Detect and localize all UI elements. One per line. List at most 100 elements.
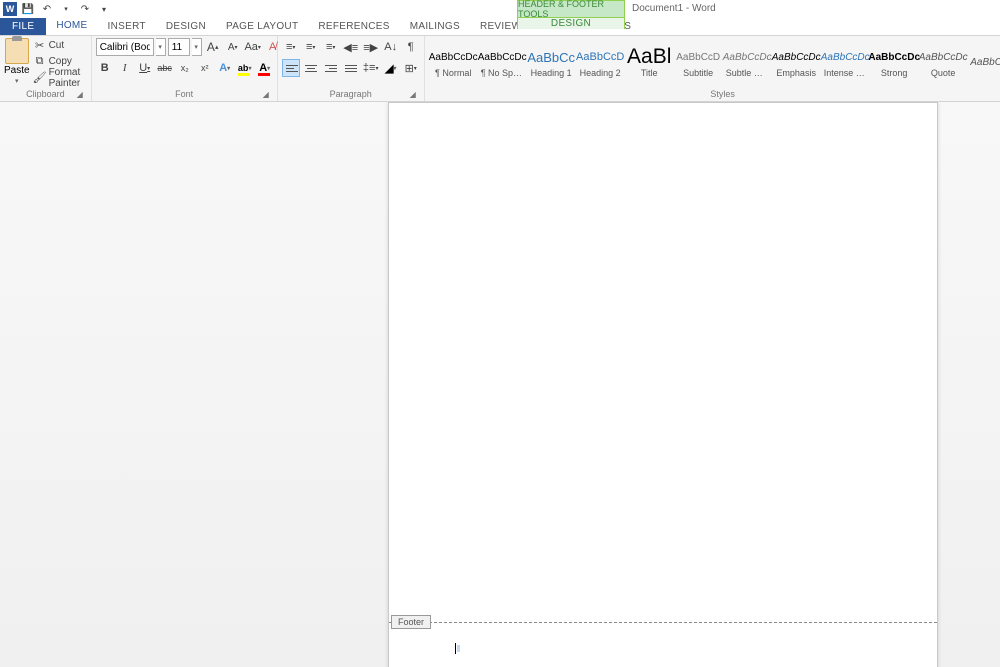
- tab-file[interactable]: FILE: [0, 18, 46, 35]
- justify-button[interactable]: [342, 59, 360, 77]
- style-preview: AaBbCcDc: [429, 46, 478, 68]
- tab-page-layout[interactable]: PAGE LAYOUT: [216, 18, 308, 35]
- tab-design[interactable]: DESIGN: [156, 18, 216, 35]
- style-name: Intense E...: [824, 68, 867, 78]
- change-case-button[interactable]: Aa▾: [244, 38, 262, 56]
- style-preview: AaBbCcDc: [723, 46, 772, 68]
- style-preview: AaBbCcDc: [772, 46, 821, 68]
- shading-button[interactable]: ◢▾: [382, 59, 400, 77]
- paragraph-group-label: Paragraph: [330, 89, 372, 99]
- paste-icon: [5, 38, 29, 64]
- copy-icon: ⧉: [34, 56, 46, 68]
- style-preview: AaBbCcD: [576, 46, 624, 68]
- style-item-7[interactable]: AaBbCcDcEmphasis: [772, 38, 821, 86]
- clipboard-launcher-icon[interactable]: ◢: [75, 90, 85, 100]
- paste-button[interactable]: Paste ▾: [4, 38, 30, 85]
- font-launcher-icon[interactable]: ◢: [261, 90, 271, 100]
- style-name: ¶ Normal: [432, 68, 475, 78]
- style-item-6[interactable]: AaBbCcDcSubtle Em...: [723, 38, 772, 86]
- footer-divider: [389, 622, 937, 623]
- font-name-dropdown-icon[interactable]: ▾: [156, 38, 166, 56]
- borders-button[interactable]: ⊞▾: [402, 59, 420, 77]
- style-name: Emphasis: [775, 68, 818, 78]
- strikethrough-button[interactable]: abc: [156, 59, 174, 77]
- show-hide-button[interactable]: ¶: [402, 38, 420, 56]
- sort-button[interactable]: A↓: [382, 38, 400, 56]
- copy-label: Copy: [49, 56, 72, 67]
- page[interactable]: Footer: [388, 102, 938, 667]
- style-item-2[interactable]: AaBbCcHeading 1: [527, 38, 576, 86]
- underline-button[interactable]: U▾: [136, 59, 154, 77]
- text-effects-button[interactable]: A▾: [216, 59, 234, 77]
- cut-icon: ✂: [34, 40, 46, 52]
- font-group-label: Font: [175, 89, 193, 99]
- highlight-button[interactable]: ab▾: [236, 59, 254, 77]
- style-name: Quote: [922, 68, 965, 78]
- grow-font-button[interactable]: A▴: [204, 38, 222, 56]
- superscript-button[interactable]: x²: [196, 59, 214, 77]
- decrease-indent-button[interactable]: ◀≡: [342, 38, 360, 56]
- paste-dropdown-icon[interactable]: ▾: [15, 77, 19, 85]
- document-workspace: Footer: [0, 102, 1000, 667]
- increase-indent-button[interactable]: ≡▶: [362, 38, 380, 56]
- font-color-button[interactable]: A▾: [256, 59, 274, 77]
- clipboard-group-label: Clipboard: [26, 89, 65, 99]
- save-icon[interactable]: 💾: [20, 1, 36, 17]
- align-right-button[interactable]: [322, 59, 340, 77]
- paste-label: Paste: [4, 65, 30, 76]
- bullets-button[interactable]: ≡▾: [282, 38, 300, 56]
- style-item-9[interactable]: AaBbCcDcStrong: [870, 38, 919, 86]
- style-preview: AaBbCcDc: [919, 46, 968, 68]
- style-item-5[interactable]: AaBbCcDSubtitle: [674, 38, 723, 86]
- paragraph-launcher-icon[interactable]: ◢: [408, 90, 418, 100]
- style-item-3[interactable]: AaBbCcDHeading 2: [576, 38, 625, 86]
- subscript-button[interactable]: x₂: [176, 59, 194, 77]
- style-name: Title: [628, 68, 671, 78]
- style-item-10[interactable]: AaBbCcDcQuote: [919, 38, 968, 86]
- style-preview: AaBbCcDc: [868, 46, 920, 68]
- tab-home[interactable]: HOME: [46, 18, 97, 35]
- font-size-dropdown-icon[interactable]: ▾: [192, 38, 202, 56]
- style-preview: AaBbCcD: [676, 46, 720, 68]
- tab-contextual-design[interactable]: DESIGN: [517, 18, 625, 29]
- format-painter-button[interactable]: 🖌Format Painter: [32, 70, 87, 85]
- font-name-input[interactable]: [96, 38, 154, 56]
- styles-group-label: Styles: [710, 89, 735, 99]
- undo-dropdown-icon[interactable]: ▾: [58, 1, 74, 17]
- style-name: Heading 1: [530, 68, 573, 78]
- cut-button[interactable]: ✂Cut: [32, 38, 87, 53]
- numbering-button[interactable]: ≡▾: [302, 38, 320, 56]
- undo-icon[interactable]: ↶: [39, 1, 55, 17]
- shrink-font-button[interactable]: A▾: [224, 38, 242, 56]
- style-item-8[interactable]: AaBbCcDcIntense E...: [821, 38, 870, 86]
- style-preview: AaBbCcDc: [478, 46, 527, 68]
- qat-customize-icon[interactable]: ▾: [96, 1, 112, 17]
- style-name: Strong: [873, 68, 916, 78]
- style-item-1[interactable]: AaBbCcDc¶ No Spac...: [478, 38, 527, 86]
- tab-insert[interactable]: INSERT: [98, 18, 156, 35]
- tab-mailings[interactable]: MAILINGS: [400, 18, 470, 35]
- cut-label: Cut: [49, 40, 65, 51]
- tab-references[interactable]: REFERENCES: [308, 18, 399, 35]
- style-preview: AaBbCcD: [970, 51, 1000, 73]
- style-preview: AaBbCcDc: [821, 46, 870, 68]
- style-name: ¶ No Spac...: [481, 68, 524, 78]
- text-cursor: [455, 643, 456, 654]
- style-item-4[interactable]: AaBlTitle: [625, 38, 674, 86]
- contextual-tools-label: HEADER & FOOTER TOOLS: [517, 0, 625, 18]
- multilevel-list-button[interactable]: ≡▾: [322, 38, 340, 56]
- style-preview: AaBl: [627, 46, 671, 68]
- format-painter-icon: 🖌: [34, 72, 46, 84]
- word-app-icon: W: [3, 2, 17, 16]
- align-left-button[interactable]: [282, 59, 300, 77]
- line-spacing-button[interactable]: ‡≡▾: [362, 59, 380, 77]
- font-size-input[interactable]: [168, 38, 190, 56]
- style-item-11[interactable]: AaBbCcD: [968, 38, 1000, 86]
- italic-button[interactable]: I: [116, 59, 134, 77]
- bold-button[interactable]: B: [96, 59, 114, 77]
- footer-tab-label: Footer: [391, 615, 431, 629]
- align-center-button[interactable]: [302, 59, 320, 77]
- redo-icon[interactable]: ↷: [77, 1, 93, 17]
- style-item-0[interactable]: AaBbCcDc¶ Normal: [429, 38, 478, 86]
- style-name: Subtitle: [677, 68, 720, 78]
